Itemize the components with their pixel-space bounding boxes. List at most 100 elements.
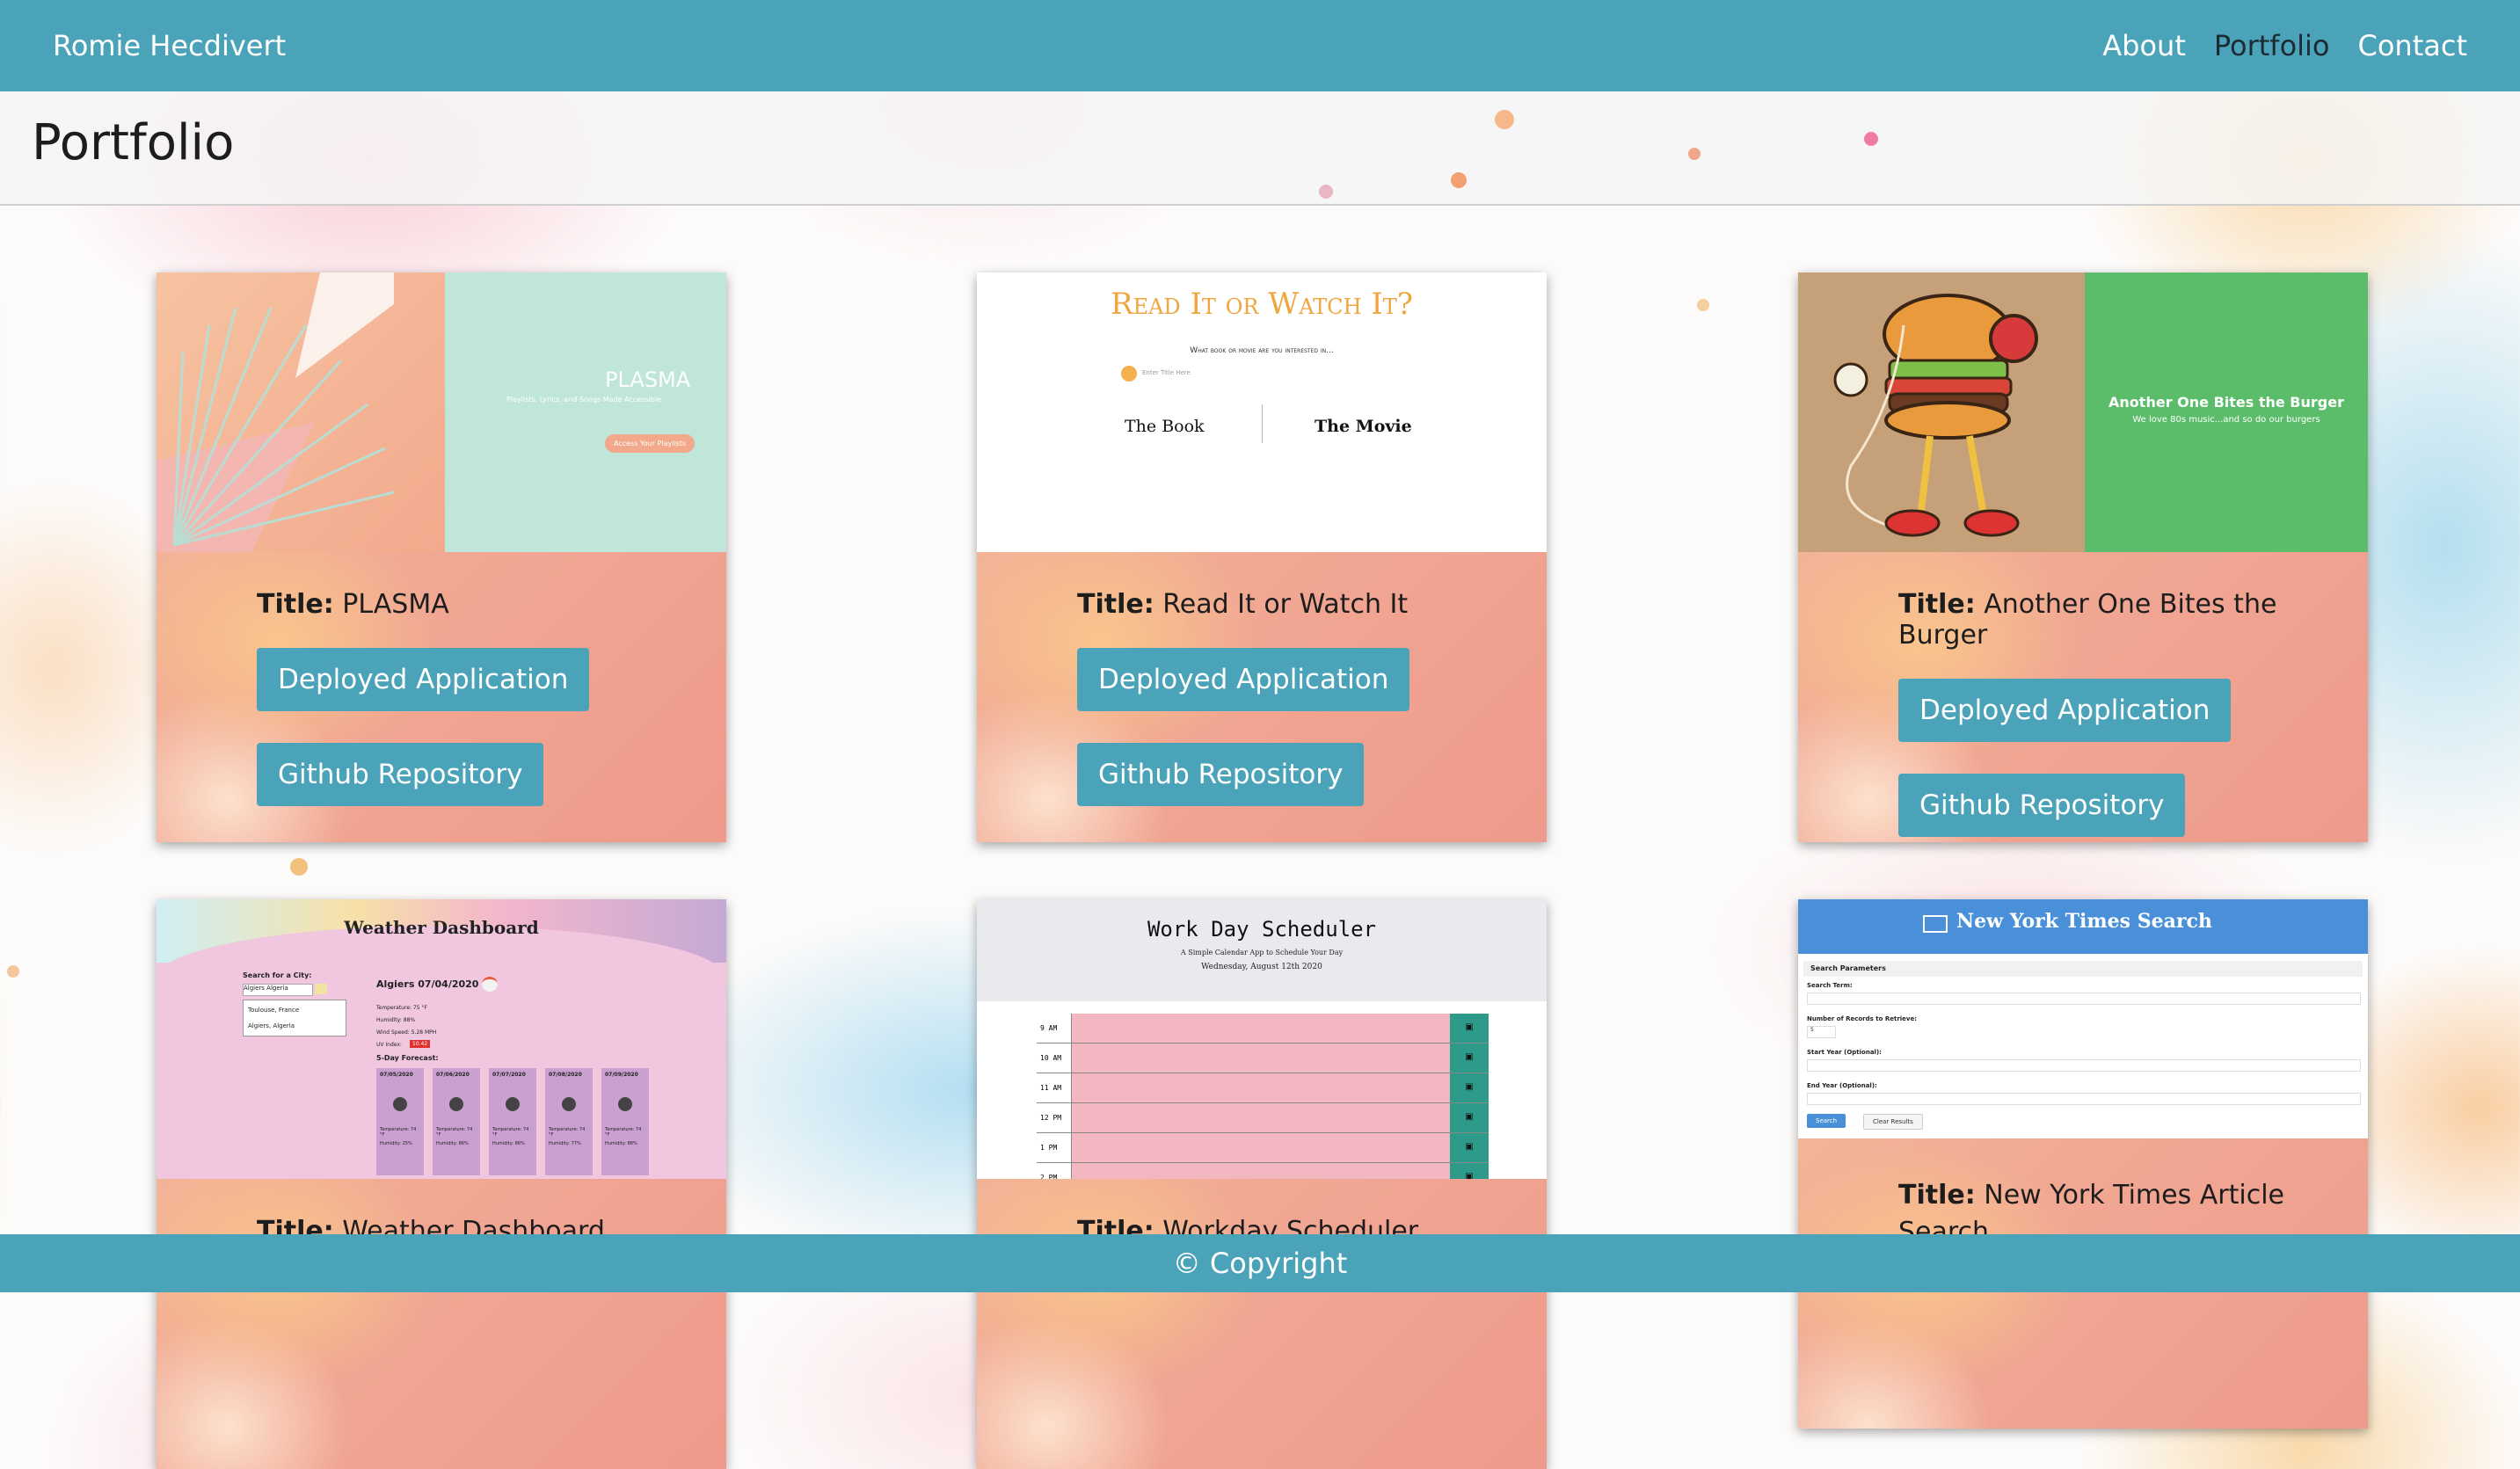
thumb-stat: Humidity: 88% bbox=[376, 1017, 416, 1023]
hour-label: 10 AM bbox=[1037, 1044, 1072, 1073]
page-title: Portfolio bbox=[32, 114, 235, 171]
save-icon: ▣ bbox=[1450, 1133, 1489, 1162]
thumb-search-button bbox=[315, 984, 327, 994]
hour-input bbox=[1072, 1163, 1450, 1179]
thumb-movie-label: The Movie bbox=[1315, 417, 1412, 436]
card-body: Title: Another One Bites the Burger Depl… bbox=[1798, 552, 2368, 842]
newspaper-icon bbox=[1923, 915, 1948, 933]
title-value: Read It or Watch It bbox=[1162, 589, 1409, 620]
thumb-hour-row: 2 PM ▣ bbox=[1037, 1163, 1489, 1179]
sun-cloud-icon bbox=[482, 977, 498, 992]
thumb-field-label: Search Term: bbox=[1807, 982, 1853, 989]
github-repository-button[interactable]: Github Repository bbox=[1077, 743, 1365, 806]
paint-splash bbox=[1319, 185, 1333, 199]
weather-icon bbox=[618, 1097, 632, 1111]
thumb-field-input bbox=[1807, 1093, 2361, 1105]
thumb-hour-row: 9 AM ▣ bbox=[1037, 1014, 1489, 1044]
thumb-book-label: The Book bbox=[1125, 417, 1205, 436]
hour-label: 2 PM bbox=[1037, 1163, 1072, 1179]
thumb-clear-button: Clear Results bbox=[1863, 1114, 1923, 1130]
project-card-read-it-or-watch-it: Read It or Watch It? What book or movie … bbox=[977, 273, 1547, 842]
save-icon: ▣ bbox=[1450, 1103, 1489, 1132]
project-screenshot: Read It or Watch It? What book or movie … bbox=[977, 273, 1547, 552]
forecast-humidity: Humidity: 88% bbox=[605, 1141, 637, 1146]
title-label: Title: bbox=[1898, 589, 1976, 620]
thumb-subtitle: Playlists, Lyrics, and Songs Made Access… bbox=[506, 396, 661, 404]
thumb-history-panel bbox=[243, 1000, 346, 1036]
project-screenshot: Weather Dashboard Search for a City: Alg… bbox=[157, 899, 726, 1179]
card-body: Title: Weather Dashboard bbox=[157, 1179, 726, 1469]
github-repository-button[interactable]: Github Repository bbox=[257, 743, 544, 806]
forecast-temp: Temperature: 74 °F bbox=[549, 1127, 586, 1138]
deployed-application-button[interactable]: Deployed Application bbox=[257, 648, 590, 711]
hour-input bbox=[1072, 1133, 1450, 1162]
project-card-plasma: PLASMA Playlists, Lyrics, and Songs Made… bbox=[157, 273, 726, 842]
project-screenshot: Work Day Scheduler A Simple Calendar App… bbox=[977, 899, 1547, 1179]
navbar: Romie Hecdivert About Portfolio Contact bbox=[0, 0, 2520, 91]
card-title: Title: PLASMA bbox=[257, 589, 726, 620]
thumb-heading: New York Times Search bbox=[1956, 910, 2212, 933]
thumb-forecast-card: 07/09/2020 Temperature: 74 °F Humidity: … bbox=[601, 1068, 649, 1175]
nav-links: About Portfolio Contact bbox=[2102, 29, 2467, 62]
burger-mascot-icon bbox=[1833, 294, 2038, 537]
forecast-date: 07/07/2020 bbox=[492, 1072, 526, 1078]
forecast-date: 07/08/2020 bbox=[549, 1072, 582, 1078]
thumb-forecast-row: 07/05/2020 Temperature: 74 °F Humidity: … bbox=[376, 1068, 649, 1175]
github-repository-button[interactable]: Github Repository bbox=[1898, 774, 2186, 837]
nav-link-contact[interactable]: Contact bbox=[2358, 29, 2468, 62]
project-card-nyt-search: New York Times Search Search Parameters … bbox=[1798, 899, 2368, 1429]
thumb-hour-row: 11 AM ▣ bbox=[1037, 1073, 1489, 1103]
thumb-field-label: End Year (Optional): bbox=[1807, 1082, 1877, 1089]
thumb-stat: UV Index: bbox=[376, 1042, 402, 1048]
paint-splash bbox=[1688, 148, 1701, 160]
forecast-temp: Temperature: 74 °F bbox=[492, 1127, 529, 1138]
save-icon: ▣ bbox=[1450, 1044, 1489, 1073]
thumb-search-icon bbox=[1121, 366, 1137, 382]
thumb-heading: Weather Dashboard bbox=[344, 917, 539, 938]
paint-splash bbox=[7, 965, 19, 978]
forecast-date: 07/09/2020 bbox=[605, 1072, 638, 1078]
project-card-weather-dashboard: Weather Dashboard Search for a City: Alg… bbox=[157, 899, 726, 1469]
deployed-application-button[interactable]: Deployed Application bbox=[1898, 679, 2232, 742]
deployed-application-button[interactable]: Deployed Application bbox=[1077, 648, 1410, 711]
thumb-hour-row: 10 AM ▣ bbox=[1037, 1044, 1489, 1073]
thumb-divider bbox=[1262, 404, 1263, 443]
hour-label: 1 PM bbox=[1037, 1133, 1072, 1162]
page-header: Portfolio bbox=[0, 91, 2520, 206]
palm-leaf-icon bbox=[172, 307, 395, 547]
thumb-heading: Read It or Watch It? bbox=[1110, 287, 1414, 322]
weather-icon bbox=[562, 1097, 576, 1111]
hour-input bbox=[1072, 1044, 1450, 1073]
forecast-humidity: Humidity: 25% bbox=[380, 1141, 412, 1146]
save-icon: ▣ bbox=[1450, 1073, 1489, 1102]
thumb-field-label: Start Year (Optional): bbox=[1807, 1049, 1882, 1056]
thumb-forecast-label: 5-Day Forecast: bbox=[376, 1054, 439, 1062]
thumb-field-label: Number of Records to Retrieve: bbox=[1807, 1015, 1918, 1022]
weather-icon bbox=[449, 1097, 463, 1111]
nav-link-portfolio[interactable]: Portfolio bbox=[2214, 29, 2330, 62]
project-screenshot: Another One Bites the Burger We love 80s… bbox=[1798, 273, 2368, 552]
nav-link-about[interactable]: About bbox=[2102, 29, 2186, 62]
thumb-stat: Temperature: 75 °F bbox=[376, 1005, 427, 1011]
title-label: Title: bbox=[1077, 589, 1154, 620]
thumb-params-bar bbox=[1803, 961, 2363, 977]
forecast-date: 07/06/2020 bbox=[436, 1072, 470, 1078]
thumb-city-date: Algiers 07/04/2020 bbox=[376, 978, 479, 990]
copyright-text: © Copyright bbox=[1172, 1247, 1348, 1280]
forecast-temp: Temperature: 74 °F bbox=[436, 1127, 473, 1138]
thumb-records-select: 5 bbox=[1807, 1026, 1836, 1038]
forecast-humidity: Humidity: 86% bbox=[436, 1141, 469, 1146]
thumb-params-label: Search Parameters bbox=[1810, 964, 1886, 972]
paint-splash bbox=[1451, 172, 1467, 188]
project-screenshot: New York Times Search Search Parameters … bbox=[1798, 899, 2368, 1138]
thumb-cta-button: Access Your Playlists bbox=[605, 434, 696, 453]
weather-icon bbox=[393, 1097, 407, 1111]
title-value: PLASMA bbox=[342, 589, 449, 620]
thumb-forecast-card: 07/07/2020 Temperature: 74 °F Humidity: … bbox=[489, 1068, 536, 1175]
thumb-search-field: Algiers Algeria bbox=[243, 984, 313, 996]
thumb-history-item: Toulouse, France bbox=[248, 1007, 300, 1014]
thumb-search-button: Search bbox=[1807, 1114, 1846, 1128]
title-label: Title: bbox=[257, 589, 334, 620]
thumb-field-input bbox=[1807, 1059, 2361, 1072]
brand-link[interactable]: Romie Hecdivert bbox=[53, 29, 286, 62]
